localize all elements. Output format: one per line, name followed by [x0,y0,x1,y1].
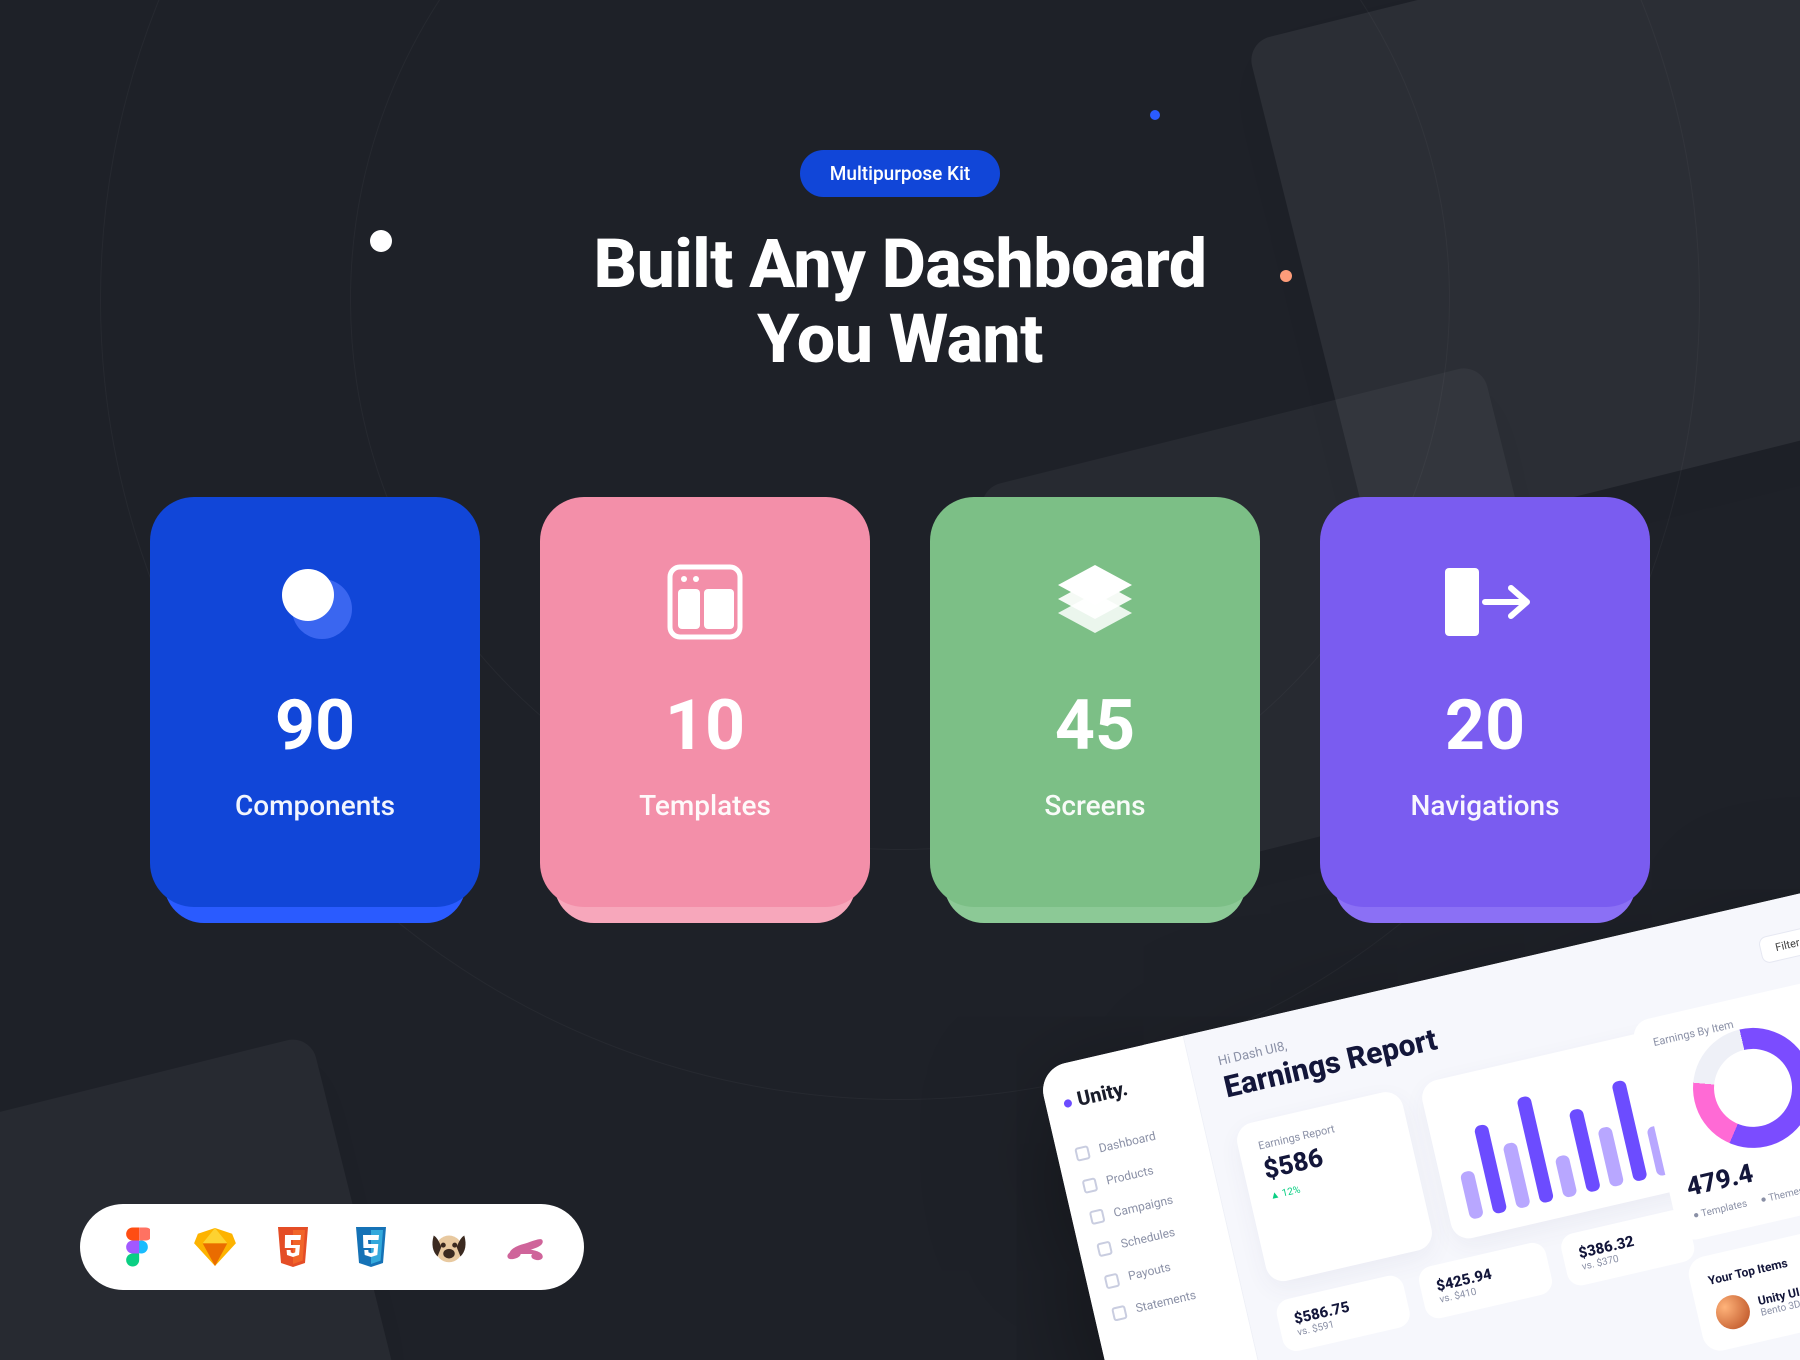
page-title: Built Any Dashboard You Want [0,227,1800,377]
preview-nav-item: Statements [1111,1282,1224,1322]
background-mockup [0,1035,397,1360]
layers-icon [1052,557,1138,647]
preview-nav-item: Payouts [1103,1250,1216,1290]
tech-stack-pill [80,1204,584,1290]
html5-icon [272,1226,314,1268]
stat-card-templates[interactable]: 10 Templates [540,497,870,907]
preview-stat: $586.75vs. $591 [1274,1273,1413,1354]
preview-nav-item: Schedules [1096,1218,1209,1258]
stat-label: Components [235,789,395,822]
stat-label: Navigations [1410,789,1559,822]
stat-count: 10 [665,685,745,767]
headline-line-1: Built Any Dashboard [593,224,1206,304]
sass-icon [506,1226,548,1268]
sketch-icon [194,1226,236,1268]
headline-line-2: You Want [757,299,1043,379]
stat-count: 20 [1445,685,1525,767]
preview-report-card: Earnings Report $586 ▲ 12% [1233,1089,1435,1285]
preview-nav-item: Products [1081,1154,1194,1194]
preview-nav: Dashboard Products Campaigns Schedules P… [1074,1122,1224,1322]
figma-icon [116,1226,158,1268]
layout-icon [666,557,744,647]
stat-label: Screens [1044,789,1145,822]
preview-donut-card: Earnings By Item 479.4 ● Templates ● The… [1630,976,1800,1243]
preview-stat: $425.94vs. $410 [1416,1240,1555,1321]
stat-label: Templates [639,789,771,822]
preview-nav-item: Dashboard [1074,1122,1187,1162]
exit-icon [1435,557,1535,647]
stat-count: 90 [275,685,355,767]
css3-icon [350,1226,392,1268]
dashboard-preview: Unity. Dashboard Products Campaigns Sche… [1038,885,1800,1360]
preview-nav-item: Campaigns [1089,1186,1202,1226]
stat-card-screens[interactable]: 45 Screens [930,497,1260,907]
stat-card-components[interactable]: 90 Components [150,497,480,907]
stat-count: 45 [1055,685,1135,767]
stat-card-row: 90 Components 10 Templates [0,497,1800,907]
preview-brand: Unity. [1061,1065,1177,1114]
kit-badge: Multipurpose Kit [800,150,1000,197]
stat-card-navigations[interactable]: 20 Navigations [1320,497,1650,907]
circles-icon [270,557,360,647]
pug-icon [428,1226,470,1268]
